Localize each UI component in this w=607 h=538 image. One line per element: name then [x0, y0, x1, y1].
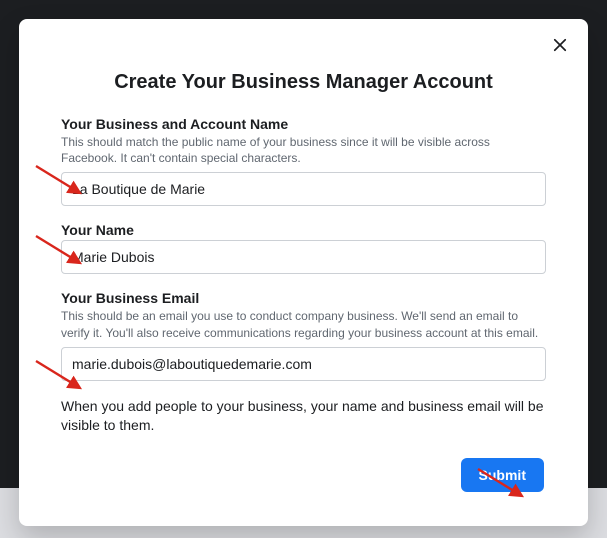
- your-name-group: Your Name: [61, 222, 546, 274]
- actions-row: Submit: [61, 458, 546, 492]
- disclosure-text: When you add people to your business, yo…: [61, 397, 546, 436]
- your-name-input[interactable]: [61, 240, 546, 274]
- submit-button[interactable]: Submit: [461, 458, 544, 492]
- modal-content: Your Business and Account Name This shou…: [19, 116, 588, 492]
- close-button[interactable]: [548, 33, 572, 57]
- business-name-label: Your Business and Account Name: [61, 116, 546, 132]
- your-name-label: Your Name: [61, 222, 546, 238]
- business-name-input[interactable]: [61, 172, 546, 206]
- business-name-hint: This should match the public name of you…: [61, 134, 546, 166]
- modal-title: Create Your Business Manager Account: [19, 71, 588, 94]
- business-email-input[interactable]: [61, 347, 546, 381]
- business-email-group: Your Business Email This should be an em…: [61, 290, 546, 380]
- business-email-label: Your Business Email: [61, 290, 546, 306]
- modal-dialog: Create Your Business Manager Account You…: [19, 19, 588, 526]
- close-icon: [551, 36, 569, 54]
- business-email-hint: This should be an email you use to condu…: [61, 308, 546, 340]
- business-name-group: Your Business and Account Name This shou…: [61, 116, 546, 206]
